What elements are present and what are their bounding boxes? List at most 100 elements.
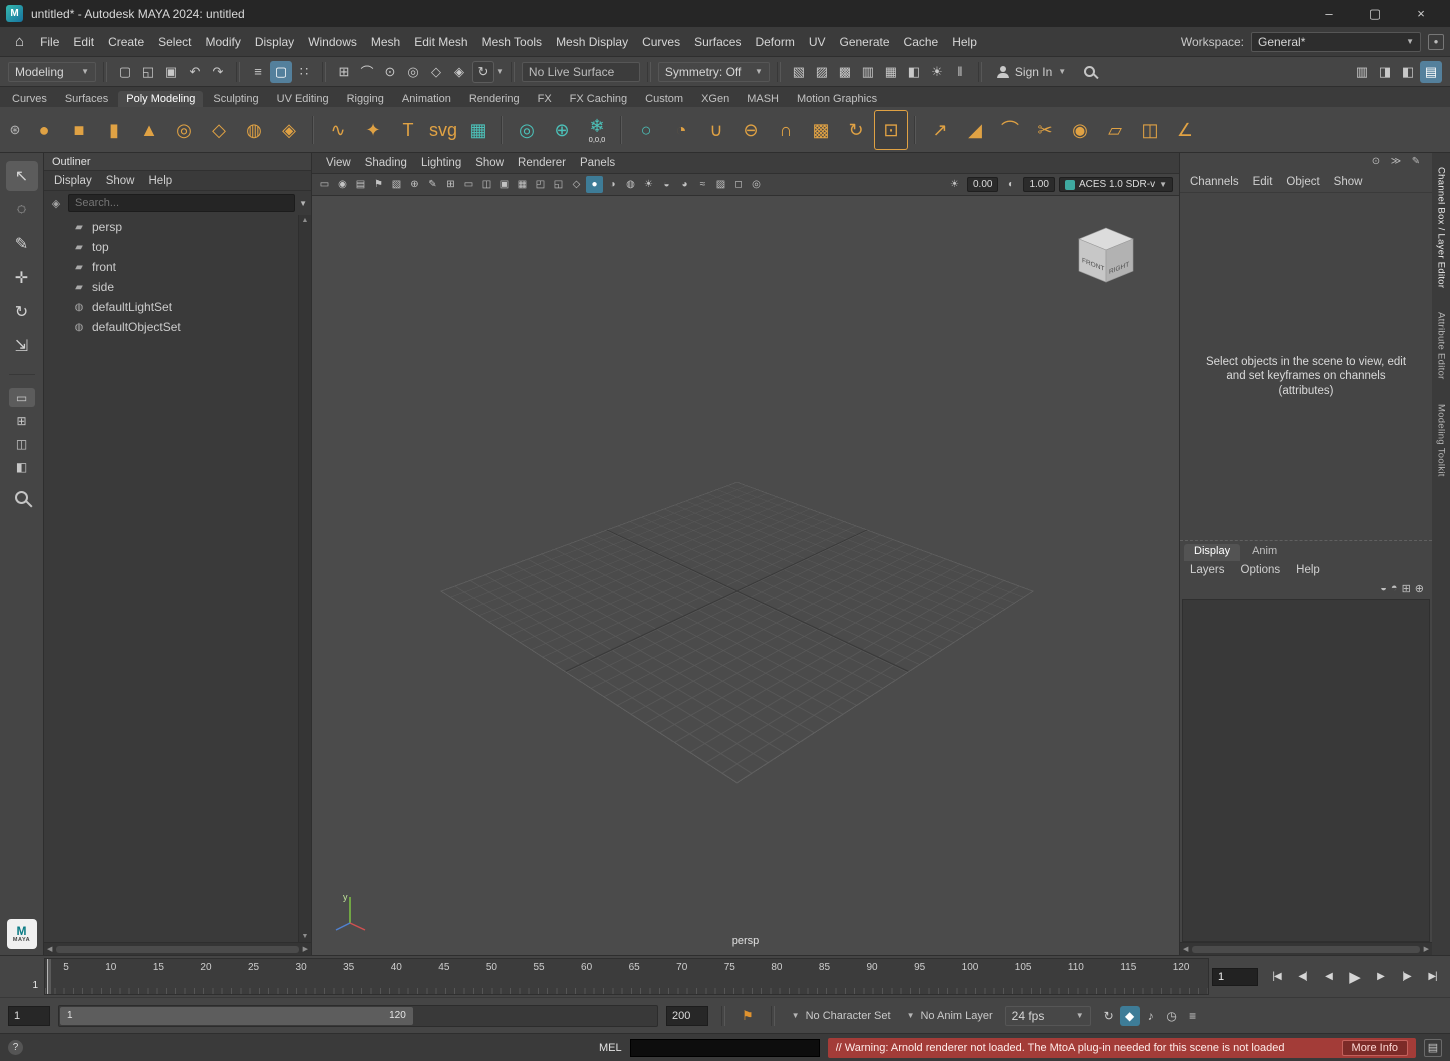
outliner-vertical-scrollbar[interactable]: ▲▼ [298, 215, 311, 942]
animation-start-field[interactable]: 1 [8, 1006, 50, 1026]
menu-set-selector[interactable]: Modeling▼ [8, 62, 96, 82]
go-to-start-button[interactable]: |◀ [1265, 965, 1288, 989]
field-chart-icon[interactable]: ▦ [514, 176, 531, 193]
divider[interactable] [511, 62, 515, 82]
list-item[interactable]: ◍ defaultObjectSet [44, 317, 298, 337]
move-to-origin-icon[interactable]: ⊕ [545, 110, 579, 150]
command-input[interactable] [630, 1039, 820, 1057]
shelf-tab[interactable]: FX [530, 91, 560, 107]
sign-in-button[interactable]: Sign In ▼ [989, 65, 1074, 79]
toggle-channel-box-icon[interactable]: ▤ [1420, 61, 1442, 83]
shelf-tab[interactable]: Rigging [339, 91, 392, 107]
snap-to-curve-icon[interactable]: ⌒ [356, 61, 378, 83]
chevron-down-icon[interactable]: ▼ [299, 199, 307, 208]
resolution-gate-icon[interactable]: ◫ [478, 176, 495, 193]
sidebar-tab[interactable]: Channel Box / Layer Editor [1434, 155, 1449, 300]
maya-avatar[interactable]: MMAYA [7, 919, 37, 949]
target-weld-icon[interactable]: ◉ [1063, 110, 1097, 150]
svg-tool-icon[interactable]: svg [426, 110, 460, 150]
safe-title-icon[interactable]: ◱ [550, 176, 567, 193]
anim-layer-selector[interactable]: ▼ No Anim Layer [903, 1010, 997, 1022]
lock-camera-icon[interactable]: ◉ [334, 176, 351, 193]
toggle-tool-settings-icon[interactable]: ◧ [1397, 61, 1419, 83]
four-pane-layout-icon[interactable]: ⊞ [9, 411, 35, 430]
menu-item[interactable]: Mesh Tools [475, 27, 549, 57]
viewport-menu-item[interactable]: Panels [574, 157, 621, 169]
channel-box-menu-item[interactable]: Edit [1247, 176, 1279, 188]
layer-editor-scrollbar[interactable]: ◀▶ [1180, 942, 1432, 955]
animation-clock-icon[interactable]: ◷ [1162, 1006, 1182, 1026]
divider[interactable] [647, 62, 651, 82]
move-tool-icon[interactable]: ✛ [6, 263, 38, 293]
divider[interactable] [978, 62, 982, 82]
previous-key-button[interactable]: ◀| [1291, 965, 1314, 989]
workspace-selector[interactable]: General*▼ [1251, 32, 1421, 52]
bevel-icon[interactable]: ◢ [958, 110, 992, 150]
boolean-difference-icon[interactable]: ⊖ [734, 110, 768, 150]
extrude-icon[interactable]: ↗ [923, 110, 957, 150]
list-item[interactable]: ▰ front [44, 257, 298, 277]
outliner-persp-layout-icon[interactable]: ◧ [9, 457, 35, 476]
menu-item[interactable]: Display [248, 27, 301, 57]
more-info-button[interactable]: More Info [1342, 1040, 1408, 1056]
list-item[interactable]: ▰ side [44, 277, 298, 297]
menu-item[interactable]: Curves [635, 27, 687, 57]
boolean-intersection-icon[interactable]: ∩ [769, 110, 803, 150]
character-set-selector[interactable]: ▼ No Character Set [788, 1010, 895, 1022]
live-surface-field[interactable]: No Live Surface [522, 62, 640, 82]
divider[interactable] [777, 62, 781, 82]
list-item[interactable]: ▰ top [44, 237, 298, 257]
new-scene-icon[interactable]: ▢ [114, 61, 136, 83]
close-button[interactable]: × [1398, 0, 1444, 27]
command-mode-toggle[interactable]: MEL [599, 1042, 622, 1054]
animation-end-field[interactable]: 200 [666, 1006, 708, 1026]
list-item[interactable]: ◍ defaultLightSet [44, 297, 298, 317]
shaded-icon[interactable]: ● [586, 176, 603, 193]
open-scene-icon[interactable]: ◱ [137, 61, 159, 83]
render-current-frame-icon[interactable]: ▨ [811, 61, 833, 83]
grease-pencil-icon[interactable]: ✎ [424, 176, 441, 193]
snap-to-point-icon[interactable]: ⊙ [379, 61, 401, 83]
light-editor-icon[interactable]: ☀ [926, 61, 948, 83]
channel-pin-icon[interactable]: ⊙ [1368, 156, 1384, 171]
display-layer-list[interactable] [1182, 599, 1430, 942]
poly-cone-icon[interactable]: ▲ [132, 110, 166, 150]
mash-grid-icon[interactable]: ▦ [461, 110, 495, 150]
ssao-icon[interactable]: ◕ [676, 176, 693, 193]
viewport-menu-item[interactable]: View [320, 157, 357, 169]
viewport-menu-item[interactable]: Lighting [415, 157, 467, 169]
workspace-pin-icon[interactable]: ● [1428, 34, 1444, 50]
fps-selector[interactable]: 24 fps▼ [1005, 1006, 1091, 1026]
playback-range-bar[interactable]: 1 120 [60, 1007, 413, 1025]
channel-edit-icon[interactable]: ✎ [1408, 156, 1424, 171]
nurbs-circle-icon[interactable]: ○ [629, 110, 663, 150]
bridge-icon[interactable]: ⌒ [993, 110, 1027, 150]
outliner-horizontal-scrollbar[interactable]: ◀▶ [44, 942, 311, 955]
redo-icon[interactable]: ↷ [207, 61, 229, 83]
paint-select-tool-icon[interactable]: ✎ [6, 229, 38, 259]
playback-loop-icon[interactable]: ↻ [1099, 1006, 1119, 1026]
center-pivot-icon[interactable]: ◎ [510, 110, 544, 150]
menu-item[interactable]: Edit Mesh [407, 27, 474, 57]
chevron-down-icon[interactable]: ▼ [496, 67, 504, 76]
auto-keyframe-icon[interactable]: ◆ [1120, 1006, 1140, 1026]
menu-item[interactable]: Create [101, 27, 151, 57]
next-key-button[interactable]: |▶ [1395, 965, 1418, 989]
outliner-search-input[interactable] [68, 194, 295, 212]
gamma-icon[interactable]: ◐ [1002, 176, 1019, 193]
divider[interactable] [103, 62, 107, 82]
type-tool-icon[interactable]: T [391, 110, 425, 150]
split-pane-layout-icon[interactable]: ◫ [9, 434, 35, 453]
go-to-end-button[interactable]: ▶| [1421, 965, 1444, 989]
poly-cylinder-icon[interactable]: ▮ [97, 110, 131, 150]
menu-item[interactable]: File [33, 27, 66, 57]
shelf-options-gear-icon[interactable]: ⊛ [4, 122, 26, 138]
poly-cube-icon[interactable]: ■ [62, 110, 96, 150]
shelf-tab[interactable]: UV Editing [269, 91, 337, 107]
step-back-button[interactable]: ◀ [1317, 965, 1340, 989]
image-plane-icon[interactable]: ▧ [388, 176, 405, 193]
snap-to-grid-icon[interactable]: ⊞ [333, 61, 355, 83]
gate-mask-icon[interactable]: ▣ [496, 176, 513, 193]
minimize-button[interactable]: – [1306, 0, 1352, 27]
single-pane-layout-icon[interactable]: ▭ [9, 388, 35, 407]
